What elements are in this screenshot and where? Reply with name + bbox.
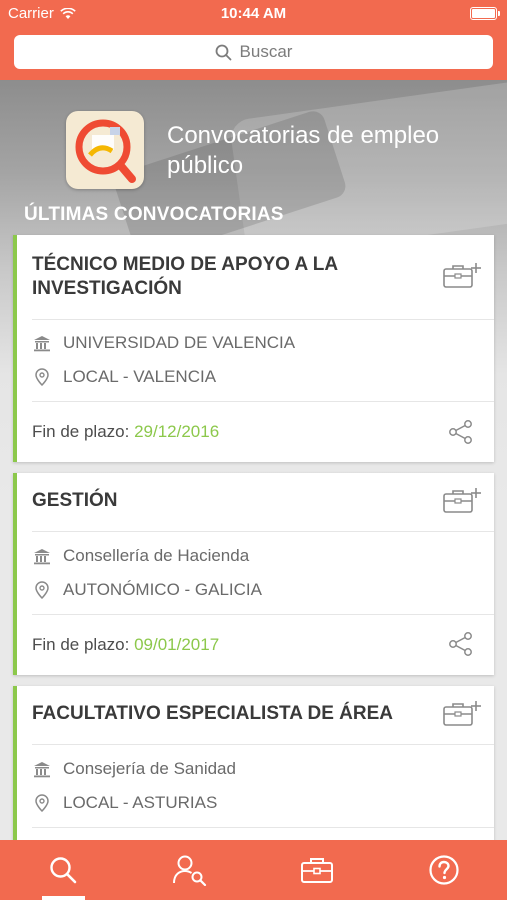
deadline: Fin de plazo: 09/01/2017	[32, 635, 219, 655]
divider	[32, 614, 494, 615]
app-title: Convocatorias de empleo público	[167, 122, 440, 179]
user-search-icon	[173, 855, 207, 886]
building-icon	[33, 334, 51, 352]
add-briefcase-icon[interactable]	[442, 699, 482, 727]
briefcase-icon	[300, 858, 333, 883]
deadline-label: Fin de plazo:	[32, 635, 130, 654]
clock: 10:44 AM	[220, 5, 287, 22]
divider	[32, 401, 494, 402]
location-row: LOCAL - VALENCIA	[33, 367, 216, 387]
deadline: Fin de plazo: 29/12/2016	[32, 422, 219, 442]
share-icon[interactable]	[448, 419, 474, 445]
listing-title: GESTIÓN	[32, 490, 118, 511]
location-row: LOCAL - ASTURIAS	[33, 793, 217, 813]
location-label: LOCAL - ASTURIAS	[63, 793, 218, 812]
institution-row: Consellería de Hacienda	[33, 546, 249, 566]
tab-search[interactable]	[0, 840, 127, 900]
institution-label: UNIVERSIDAD DE VALENCIA	[63, 333, 296, 352]
search-bar-container: Buscar	[0, 28, 507, 80]
search-icon	[215, 44, 231, 60]
location-pin-icon	[33, 368, 51, 386]
institution-row: UNIVERSIDAD DE VALENCIA	[33, 333, 295, 353]
search-icon	[50, 857, 77, 884]
building-icon	[33, 547, 51, 565]
status-bar: Carrier 10:44 AM	[0, 0, 507, 28]
search-placeholder: Buscar	[239, 42, 293, 61]
location-label: AUTONÓMICO - GALICIA	[63, 580, 262, 599]
share-icon[interactable]	[448, 631, 474, 657]
divider	[32, 531, 494, 532]
listing-title: TÉCNICO MEDIO DE APOYO A LA INVESTIGACIÓ…	[32, 254, 338, 299]
battery-icon	[470, 7, 500, 20]
help-icon	[429, 855, 459, 885]
institution-row: Consejería de Sanidad	[33, 759, 236, 779]
section-title: ÚLTIMAS CONVOCATORIAS	[24, 204, 284, 225]
listing-title: FACULTATIVO ESPECIALISTA DE ÁREA	[32, 703, 394, 724]
tab-help[interactable]	[380, 840, 507, 900]
deadline-date: 29/12/2016	[134, 422, 220, 441]
deadline-label: Fin de plazo:	[32, 422, 130, 441]
location-row: AUTONÓMICO - GALICIA	[33, 580, 262, 600]
tab-bar	[0, 840, 507, 900]
location-pin-icon	[33, 581, 51, 599]
add-briefcase-icon[interactable]	[442, 261, 482, 289]
divider	[32, 827, 494, 828]
add-briefcase-icon[interactable]	[442, 486, 482, 514]
location-label: LOCAL - VALENCIA	[63, 367, 217, 386]
tab-briefcase[interactable]	[254, 840, 381, 900]
app-logo	[66, 111, 144, 189]
building-icon	[33, 760, 51, 778]
listing-card[interactable]: TÉCNICO MEDIO DE APOYO A LA INVESTIGACIÓ…	[13, 235, 494, 462]
tab-profile-search[interactable]	[127, 840, 254, 900]
listing-card[interactable]: GESTIÓN Consellería de Hacienda AUTONÓMI…	[13, 473, 494, 675]
location-pin-icon	[33, 794, 51, 812]
search-input[interactable]: Buscar	[14, 35, 493, 69]
institution-label: Consellería de Hacienda	[63, 546, 250, 565]
divider	[32, 744, 494, 745]
deadline-date: 09/01/2017	[134, 635, 220, 654]
divider	[32, 319, 494, 320]
institution-label: Consejería de Sanidad	[63, 759, 236, 778]
listing-card[interactable]: FACULTATIVO ESPECIALISTA DE ÁREA Conseje…	[13, 686, 494, 846]
